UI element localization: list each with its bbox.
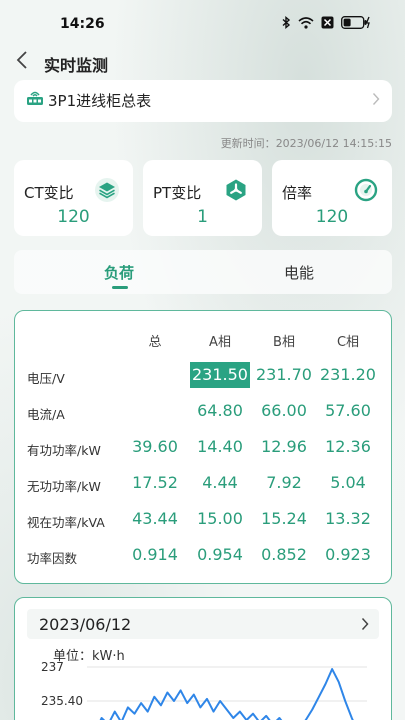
table-cell: 0.923 bbox=[325, 545, 371, 564]
status-icons bbox=[282, 16, 371, 29]
back-button[interactable] bbox=[16, 50, 36, 74]
table-cell: 17.52 bbox=[132, 473, 178, 492]
bluetooth-icon bbox=[282, 16, 291, 29]
table-cell: 66.00 bbox=[261, 401, 307, 420]
table-cell: 64.80 bbox=[197, 401, 243, 420]
table-cell: 0.914 bbox=[132, 545, 178, 564]
multiplier-label: 倍率 bbox=[282, 184, 313, 202]
ct-ratio-card: CT变比 120 bbox=[14, 160, 133, 236]
header-phase-b: B相 bbox=[273, 335, 295, 350]
measurement-table: 总 A相 B相 C相 电压/V 231.50 231.70 231.20 电流/… bbox=[14, 310, 392, 584]
wifi-icon bbox=[298, 16, 314, 29]
device-selector[interactable]: 3P1进线柜总表 bbox=[14, 80, 392, 122]
chevron-right-icon bbox=[372, 93, 380, 105]
update-time-value: 2023/06/12 14:15:15 bbox=[275, 137, 392, 150]
table-cell: 0.954 bbox=[197, 545, 243, 564]
table-cell: 231.70 bbox=[256, 365, 312, 384]
tab-energy[interactable]: 电能 bbox=[284, 262, 314, 283]
header-phase-a: A相 bbox=[209, 335, 231, 350]
table-cell: 12.96 bbox=[261, 437, 307, 456]
pt-ratio-label: PT变比 bbox=[153, 184, 202, 202]
table-cell: 39.60 bbox=[132, 437, 178, 456]
chart-card: 2023/06/12 单位：kW·h 237 235.40 bbox=[14, 597, 392, 720]
table-cell: 7.92 bbox=[266, 473, 302, 492]
table-cell: 57.60 bbox=[325, 401, 371, 420]
page-title: 实时监测 bbox=[44, 56, 109, 75]
table-cell: 43.44 bbox=[132, 509, 178, 528]
row-label-voltage: 电压/V bbox=[27, 371, 65, 386]
tab-active-indicator bbox=[112, 286, 128, 289]
nav-bar: 实时监测 bbox=[0, 44, 405, 80]
table-cell: 14.40 bbox=[197, 437, 243, 456]
table-cell: 15.00 bbox=[197, 509, 243, 528]
table-cell: 12.36 bbox=[325, 437, 371, 456]
table-cell-highlighted: 231.50 bbox=[190, 362, 250, 388]
status-bar: 14:26 bbox=[0, 0, 405, 44]
multiplier-value: 120 bbox=[315, 207, 349, 227]
pt-ratio-card: PT变比 1 bbox=[143, 160, 262, 236]
header-total: 总 bbox=[148, 335, 162, 350]
table-cell: 13.32 bbox=[325, 509, 371, 528]
table-cell: 4.44 bbox=[202, 473, 238, 492]
table-cell: 5.04 bbox=[330, 473, 366, 492]
tab-bar: 负荷 电能 bbox=[14, 250, 392, 294]
table-cell: 0.852 bbox=[261, 545, 307, 564]
update-time: 更新时间：2023/06/12 14:15:15 bbox=[221, 135, 392, 151]
meter-icon bbox=[27, 91, 43, 105]
device-name: 3P1进线柜总表 bbox=[48, 92, 152, 110]
header-phase-c: C相 bbox=[336, 335, 360, 350]
series-line bbox=[99, 668, 354, 720]
battery-icon bbox=[341, 16, 370, 29]
update-time-label: 更新时间： bbox=[220, 137, 276, 150]
row-label-current: 电流/A bbox=[27, 407, 65, 422]
pt-ratio-value: 1 bbox=[197, 207, 208, 227]
fan-icon bbox=[226, 179, 246, 201]
layers-icon bbox=[95, 178, 119, 202]
row-label-reactive-power: 无功功率/kW bbox=[27, 479, 101, 494]
row-label-apparent-power: 视在功率/kVA bbox=[27, 515, 105, 530]
sim-icon bbox=[321, 16, 334, 29]
table-cell: 231.20 bbox=[320, 365, 376, 384]
chevron-left-icon bbox=[16, 51, 27, 69]
row-label-power-factor: 功率因数 bbox=[27, 551, 78, 566]
row-label-active-power: 有功功率/kW bbox=[27, 443, 101, 458]
line-chart bbox=[87, 666, 367, 720]
status-time: 14:26 bbox=[60, 16, 105, 32]
multiplier-card: 倍率 120 bbox=[272, 160, 392, 236]
gauge-icon bbox=[354, 178, 378, 202]
ct-ratio-value: 120 bbox=[57, 207, 90, 227]
ct-ratio-label: CT变比 bbox=[24, 184, 74, 202]
tab-load[interactable]: 负荷 bbox=[104, 262, 134, 283]
table-cell: 15.24 bbox=[261, 509, 307, 528]
